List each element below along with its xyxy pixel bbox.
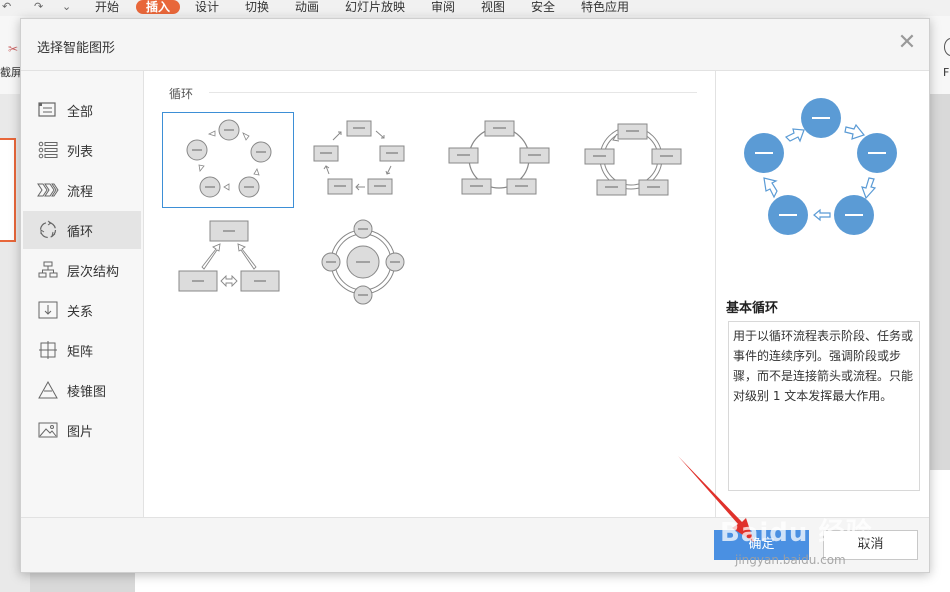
thumbnail-text-cycle[interactable] — [293, 112, 425, 208]
screenshot-tool-label[interactable]: 截屏 — [0, 64, 22, 80]
redo-icon[interactable]: ↷ — [34, 0, 43, 14]
sidebar-item-all[interactable]: 全部 — [23, 91, 141, 129]
all-icon — [37, 99, 59, 121]
tab-insert[interactable]: 插入 — [136, 0, 181, 14]
slide-thumbnail[interactable] — [0, 138, 16, 242]
close-icon[interactable]: ✕ — [897, 32, 917, 54]
ribbon-tab-bar: ↶ ↷ ⌄ 开始 插入 设计 切换 动画 幻灯片放映 审阅 视图 安全 特色应用 — [0, 0, 950, 16]
sidebar-item-relationship[interactable]: 关系 — [23, 291, 141, 329]
sidebar-item-label: 流程 — [67, 184, 94, 200]
tab-security[interactable]: 安全 — [531, 0, 555, 14]
list-icon — [37, 139, 59, 161]
process-icon — [37, 179, 59, 201]
tab-slideshow[interactable]: 幻灯片放映 — [345, 0, 405, 14]
watermark-url: jingyan.baidu.com — [735, 553, 846, 567]
thumbnail-continuous-cycle[interactable] — [565, 112, 697, 208]
tab-start[interactable]: 开始 — [95, 0, 119, 14]
right-tool-label[interactable]: F — [943, 66, 949, 79]
sidebar-item-label: 关系 — [67, 304, 94, 320]
sidebar-item-label: 图片 — [67, 424, 94, 440]
sidebar-item-picture[interactable]: 图片 — [23, 411, 141, 449]
preview-title: 基本循环 — [726, 301, 779, 316]
matrix-icon — [37, 339, 59, 361]
layout-gallery: 循环 — [145, 71, 715, 517]
thumbnail-block-cycle[interactable] — [433, 112, 565, 208]
hierarchy-icon — [37, 259, 59, 281]
tab-animation[interactable]: 动画 — [295, 0, 319, 14]
category-sidebar: 全部 列表 流程 循环 层次结构 关系 矩阵 棱锥图 图片 — [21, 71, 144, 517]
thumbnail-opposing-arrows[interactable] — [162, 213, 294, 309]
cycle-icon — [37, 219, 59, 241]
sidebar-item-label: 层次结构 — [67, 264, 120, 280]
tab-view[interactable]: 视图 — [481, 0, 505, 14]
sidebar-item-matrix[interactable]: 矩阵 — [23, 331, 141, 369]
sidebar-item-label: 全部 — [67, 104, 94, 120]
undo-icon[interactable]: ↶ — [2, 0, 11, 14]
sidebar-item-pyramid[interactable]: 棱锥图 — [23, 371, 141, 409]
tab-transition[interactable]: 切换 — [245, 0, 269, 14]
sidebar-item-process[interactable]: 流程 — [23, 171, 141, 209]
sidebar-item-label: 矩阵 — [67, 344, 94, 360]
section-divider — [209, 92, 697, 93]
pyramid-icon — [37, 379, 59, 401]
sidebar-item-hierarchy[interactable]: 层次结构 — [23, 251, 141, 289]
dialog-title: 选择智能图形 — [37, 41, 116, 56]
thumbnail-radial-cycle[interactable] — [293, 213, 425, 309]
sidebar-item-label: 循环 — [67, 224, 94, 240]
sidebar-item-list[interactable]: 列表 — [23, 131, 141, 169]
sidebar-item-cycle[interactable]: 循环 — [23, 211, 141, 249]
smartart-dialog: 选择智能图形 ✕ 全部 列表 流程 循环 层次结构 关系 矩阵 棱锥图 图片 循… — [20, 18, 930, 573]
preview-diagram — [744, 98, 897, 235]
baidu-watermark: Baidu 经验 — [720, 518, 873, 548]
picture-icon — [37, 419, 59, 441]
sidebar-item-label: 棱锥图 — [67, 384, 107, 400]
tab-design[interactable]: 设计 — [195, 0, 219, 14]
tab-review[interactable]: 审阅 — [431, 0, 455, 14]
sidebar-item-label: 列表 — [67, 144, 94, 160]
dialog-titlebar: 选择智能图形 ✕ — [21, 19, 929, 71]
thumbnail-basic-cycle[interactable] — [162, 112, 294, 208]
tab-featured-apps[interactable]: 特色应用 — [581, 0, 629, 14]
scissors-icon[interactable]: ✂ — [8, 42, 18, 56]
quick-access-menu-icon[interactable]: ⌄ — [62, 0, 71, 14]
relationship-icon — [37, 299, 59, 321]
section-label: 循环 — [169, 87, 194, 101]
